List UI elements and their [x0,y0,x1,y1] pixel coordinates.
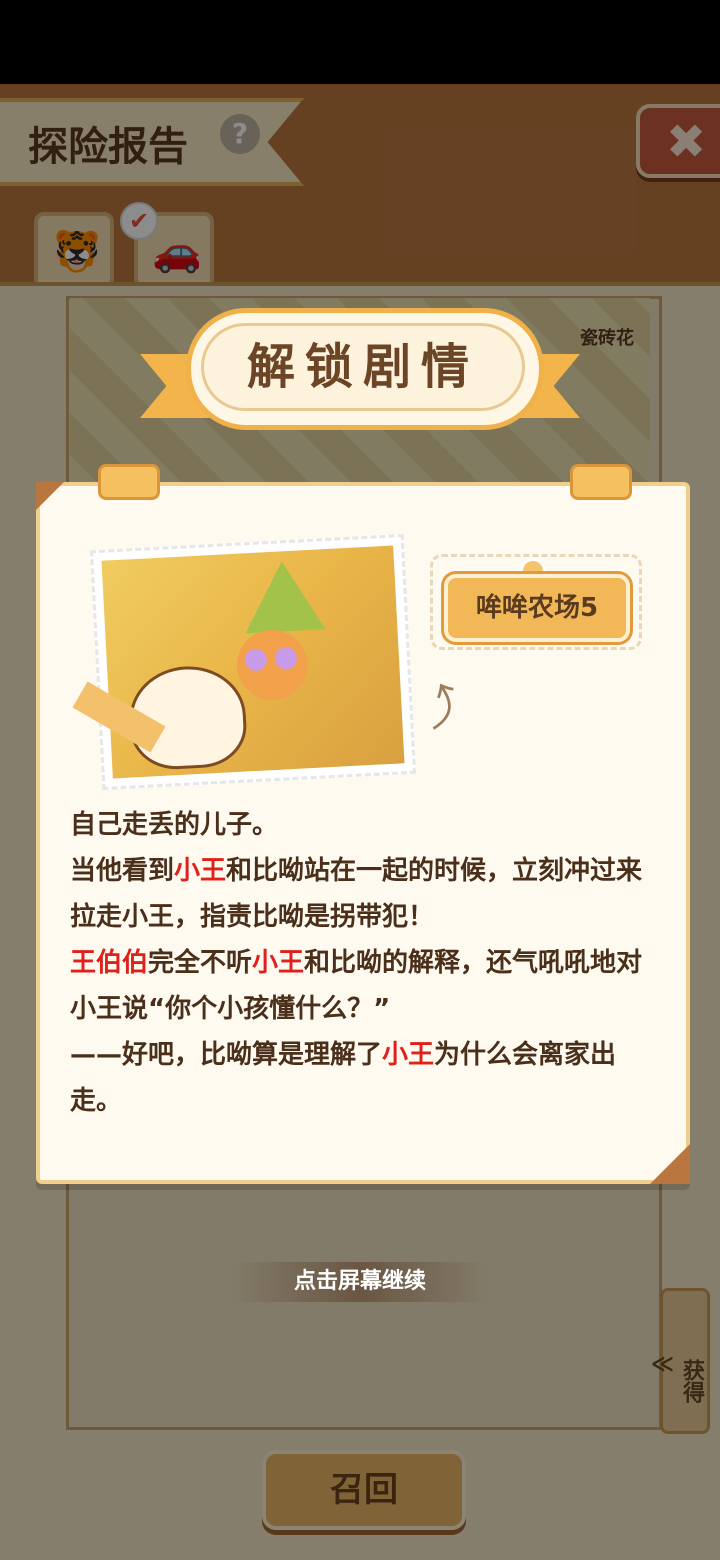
modal-title: 解锁剧情 [246,339,479,395]
highlight-name: 小王 [382,1040,435,1070]
highlight-name: 王伯伯 [70,948,149,978]
story-line: 王伯伯完全不听小王和比呦的解释，还气吼吼地对小王说“你个小孩懂什么？” [70,940,660,1032]
title-cloud-inner: 解锁剧情 [201,323,525,411]
car-icon: 🚗 [152,229,202,275]
continue-prompt[interactable]: 点击屏幕继续 [230,1262,490,1302]
close-icon: ✖ [666,114,707,170]
modal-title-banner: 解锁剧情 [140,308,580,430]
hat-shape [241,559,326,634]
story-text: 自己走丢的儿子。 当他看到小王和比呦站在一起的时候，立刻冲过来拉走小王，指责比呦… [70,802,660,1124]
recall-button[interactable]: 召回 [262,1450,466,1530]
paper-clip [570,464,632,500]
corner-fold [650,1144,690,1184]
arrow-icon: ⤴ [413,676,471,737]
help-icon[interactable]: ? [220,114,260,154]
status-bar [0,0,720,84]
paper-clip [98,464,160,500]
story-segment: ——好吧，比呦算是理解了 [70,1040,383,1070]
location-tag: 哞哞农场5 [444,574,630,642]
tab-tiger[interactable]: 🐯 [34,212,114,290]
story-card: 哞哞农场5 ⤴ 自己走丢的儿子。 当他看到小王和比呦站在一起的时候，立刻冲过来拉… [36,464,690,1184]
check-icon: ✔ [120,202,158,240]
story-segment: 自己走丢的儿子。 [70,810,279,840]
expedition-report-screen: 探险报告 ? ✖ 🐯 🚗 ✔ 瓷砖花 获得 ≪ 召回 点击屏幕继续 解锁剧情 哞… [0,84,720,1560]
obtain-tag[interactable]: 获得 ≪ [650,1288,710,1434]
story-line: 当他看到小王和比呦站在一起的时候，立刻冲过来拉走小王，指责比呦是拐带犯！ [70,848,660,940]
story-stamp-image [89,533,417,791]
title-cloud: 解锁剧情 [186,308,544,430]
page-title: 探险报告 [28,124,188,170]
highlight-name: 小王 [252,948,305,978]
location-sign: 瓷砖花 [580,328,634,349]
story-line: 自己走丢的儿子。 [70,802,660,848]
highlight-name: 小王 [174,856,227,886]
story-segment: 当他看到 [70,856,175,886]
continue-text: 点击屏幕继续 [293,1269,426,1294]
tiger-icon: 🐯 [52,229,102,275]
corner-fold [36,482,64,510]
story-line: ——好吧，比呦算是理解了小王为什么会离家出走。 [70,1032,660,1124]
close-button[interactable]: ✖ [636,104,720,178]
chevron-left-icon: ≪ [650,1351,675,1377]
story-segment: 完全不听 [148,948,253,978]
obtain-label: 获得 [679,1359,704,1403]
